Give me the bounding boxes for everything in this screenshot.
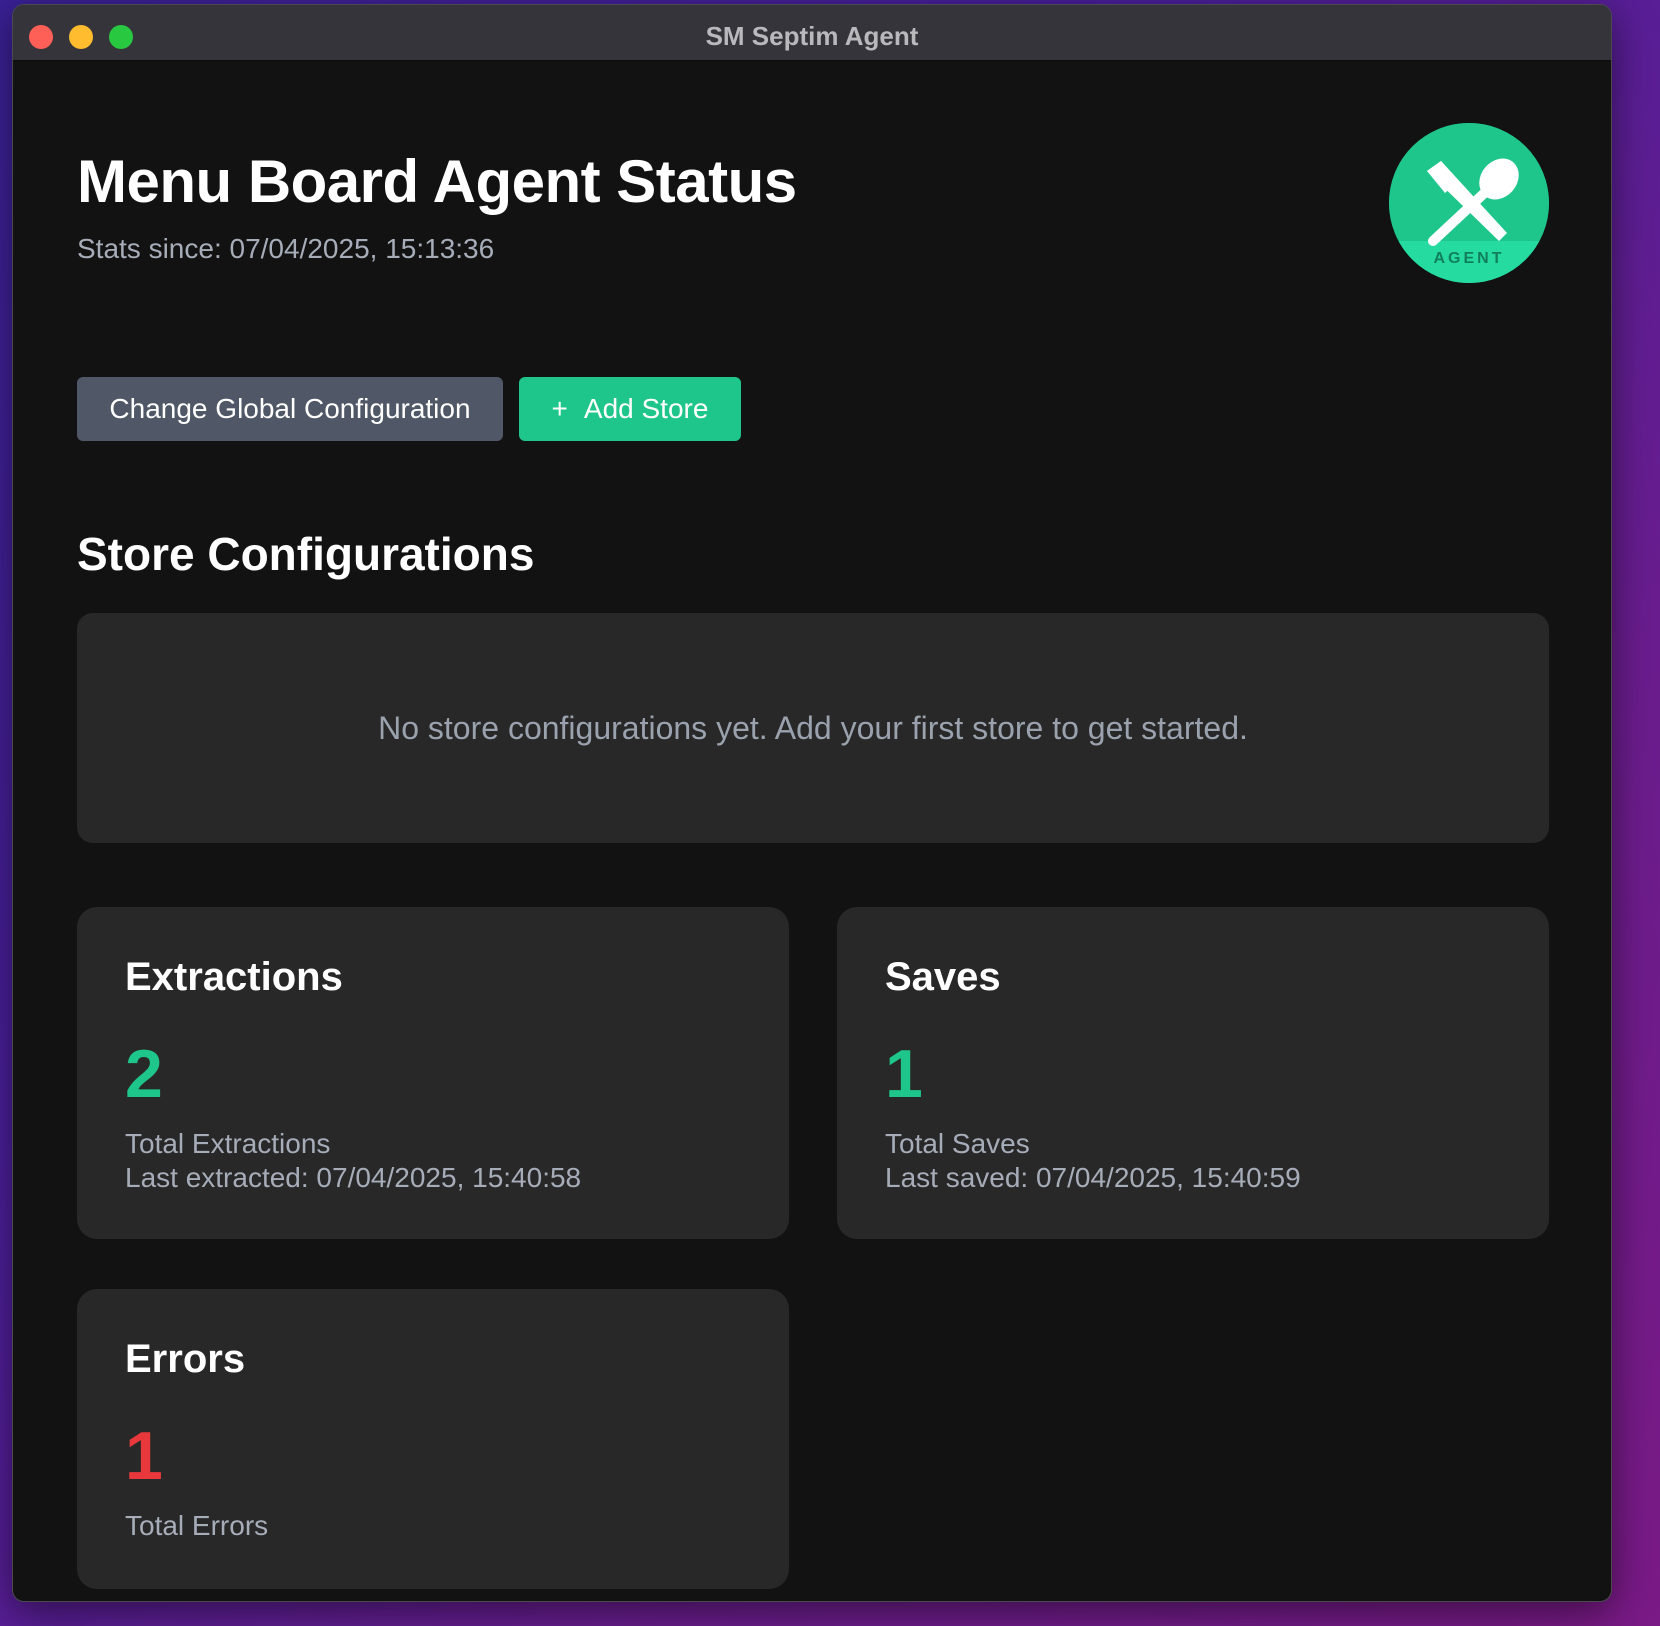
add-store-button[interactable]: + Add Store <box>519 377 741 441</box>
saves-count: 1 <box>885 1036 923 1112</box>
window-title: SM Septim Agent <box>705 21 919 51</box>
errors-card: Errors 1 Total Errors <box>77 1289 789 1589</box>
last-saved-timestamp: Last saved: 07/04/2025, 15:40:59 <box>885 1162 1301 1193</box>
last-extracted-timestamp: Last extracted: 07/04/2025, 15:40:58 <box>125 1162 582 1193</box>
saves-title: Saves <box>885 955 1001 999</box>
add-store-label: Add Store <box>583 393 709 424</box>
change-global-config-button[interactable]: Change Global Configuration <box>77 377 503 441</box>
store-list-empty-state: No store configurations yet. Add your fi… <box>77 613 1549 843</box>
app-window: SM Septim Agent Menu Board Agent Status … <box>12 4 1612 1602</box>
extractions-label: Total Extractions <box>125 1128 331 1159</box>
empty-state-message: No store configurations yet. Add your fi… <box>378 709 1248 746</box>
fork-spoon-icon: AGENT <box>1389 123 1549 283</box>
saves-label: Total Saves <box>885 1128 1030 1159</box>
svg-text:AGENT: AGENT <box>1434 250 1505 267</box>
errors-label: Total Errors <box>125 1510 269 1541</box>
extractions-count: 2 <box>125 1036 163 1112</box>
stats-since-text: Stats since: 07/04/2025, 15:13:36 <box>77 233 495 264</box>
errors-title: Errors <box>125 1337 246 1381</box>
store-configurations-title: Store Configurations <box>77 528 535 580</box>
change-global-config-label: Change Global Configuration <box>109 393 471 424</box>
extractions-title: Extractions <box>125 955 343 999</box>
plus-icon: + <box>551 393 568 424</box>
page-title: Menu Board Agent Status <box>77 148 797 215</box>
errors-count: 1 <box>125 1418 163 1494</box>
saves-card: Saves 1 Total Saves Last saved: 07/04/20… <box>837 907 1549 1239</box>
extractions-card: Extractions 2 Total Extractions Last ext… <box>77 907 789 1239</box>
title-bar[interactable]: SM Septim Agent <box>13 5 1611 61</box>
main-content: Menu Board Agent Status Stats since: 07/… <box>13 61 1611 1601</box>
agent-logo: AGENT <box>1389 123 1549 283</box>
